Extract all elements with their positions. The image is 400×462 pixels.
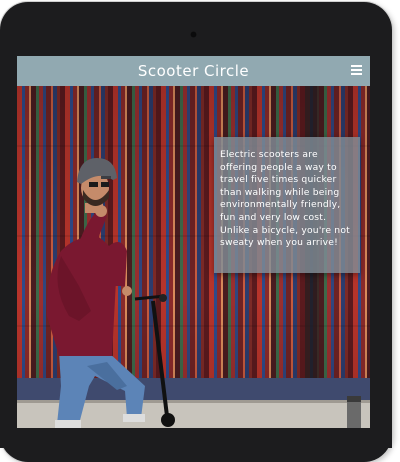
tablet-screen: Scooter Circle Electric scooters are off… [17,56,370,428]
bottom-bezel [0,428,392,448]
hero-caption: Electric scooters are offering people a … [214,137,360,273]
hamburger-menu-icon[interactable] [351,65,362,75]
navbar: Scooter Circle [17,56,370,86]
hero-image: Electric scooters are offering people a … [17,86,370,428]
site-title[interactable]: Scooter Circle [138,62,249,80]
tablet-frame: Scooter Circle Electric scooters are off… [0,2,392,462]
camera-icon [190,31,197,38]
